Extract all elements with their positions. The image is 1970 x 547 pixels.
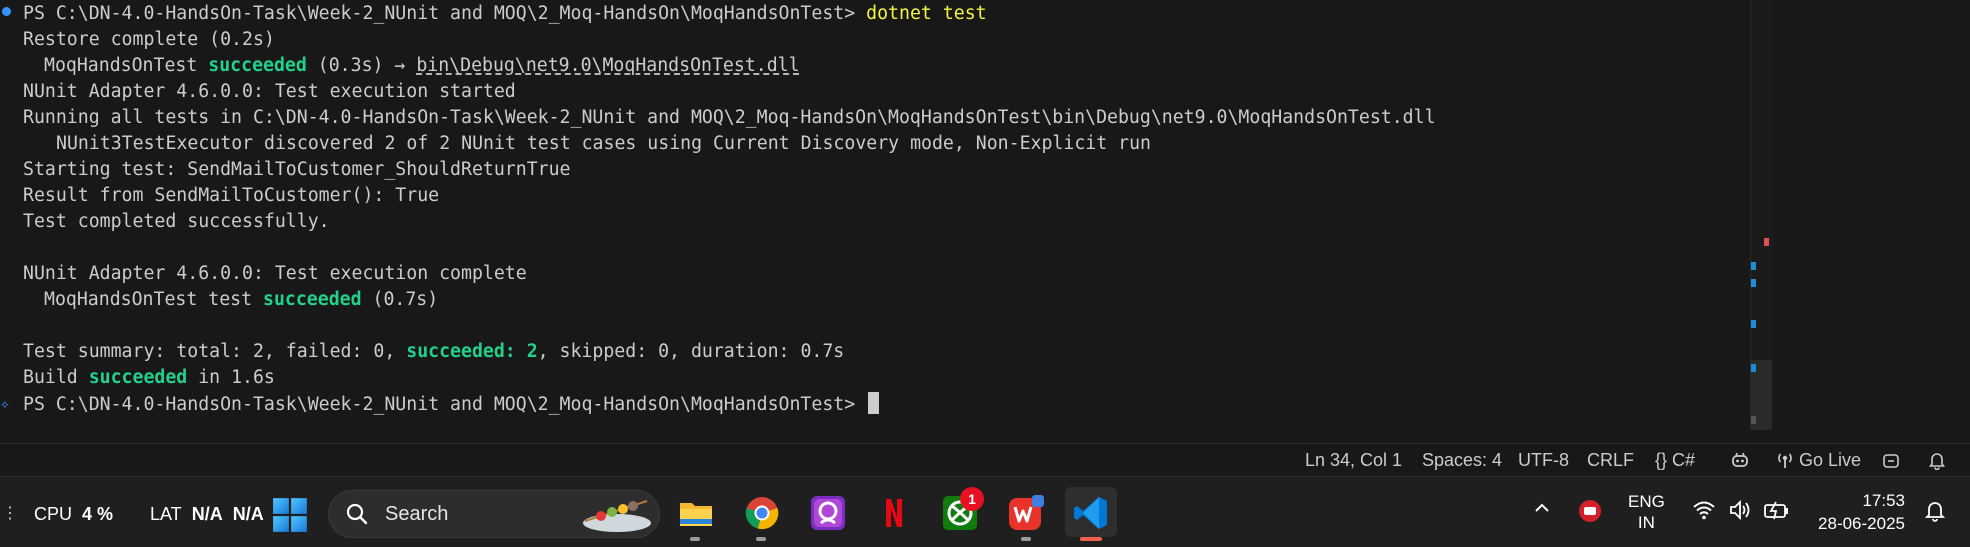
- terminal-line-discovered: NUnit3TestExecutor discovered 2 of 2 NUn…: [56, 133, 1151, 154]
- wifi-icon[interactable]: [1692, 499, 1716, 526]
- overview-ruler-mark: [1751, 320, 1756, 328]
- overview-ruler-mark: [1751, 279, 1756, 287]
- clock-time: 17:53: [1862, 491, 1905, 510]
- build-final-status: succeeded: [88, 367, 188, 388]
- test-project-name: MoqHandsOnTest test: [44, 289, 263, 310]
- wps-office-button[interactable]: [1000, 487, 1052, 537]
- notification-center-icon[interactable]: [1924, 499, 1946, 528]
- active-app-indicator: [1080, 537, 1102, 541]
- output-path-link[interactable]: bin\Debug\net9.0\MoqHandsOnTest.dll: [416, 55, 799, 76]
- running-indicator: [756, 537, 766, 541]
- build-duration: in 1.6s: [187, 367, 275, 388]
- terminal-line-test-summary: Test summary: total: 2, failed: 0, succe…: [23, 340, 844, 364]
- windows-taskbar: ⋮ CPU 4 % LAT N/A N/A Search 1 ENG IN 17…: [0, 476, 1970, 547]
- terminal-line-test-project: MoqHandsOnTest test succeeded (0.7s): [44, 288, 438, 312]
- vscode-button[interactable]: [1065, 487, 1117, 537]
- netflix-icon: [886, 499, 902, 527]
- broadcast-icon: [1776, 450, 1799, 470]
- chrome-button[interactable]: [736, 487, 788, 537]
- summary-prefix: Test summary: total: 2, failed: 0,: [23, 341, 407, 362]
- terminal-line-starting-test: Starting test: SendMailToCustomer_Should…: [23, 159, 571, 180]
- wps-office-icon: [1009, 495, 1044, 530]
- terminal-line-adapter-complete: NUnit Adapter 4.6.0.0: Test execution co…: [23, 263, 527, 284]
- terminal-line-adapter-start: NUnit Adapter 4.6.0.0: Test execution st…: [23, 81, 516, 102]
- notifications-bell-icon[interactable]: [1928, 444, 1946, 476]
- windows-start-icon: [273, 498, 307, 532]
- clock-date: 28-06-2025: [1818, 514, 1905, 533]
- netflix-button[interactable]: [868, 487, 920, 537]
- summary-succeeded: succeeded: 2: [406, 341, 538, 362]
- build-time: (0.3s) →: [306, 55, 417, 76]
- language-code: ENG: [1628, 492, 1665, 511]
- volume-icon[interactable]: [1728, 499, 1752, 526]
- running-indicator: [1021, 537, 1031, 541]
- prompt-path: PS C:\DN-4.0-HandsOn-Task\Week-2_NUnit a…: [23, 3, 867, 24]
- cpu-widget[interactable]: CPU 4 %: [34, 504, 113, 525]
- indentation-setting[interactable]: Spaces: 4: [1422, 444, 1502, 476]
- overview-ruler-mark: [1751, 262, 1756, 270]
- language-braces: {}: [1655, 450, 1668, 470]
- search-highlight-skewer-icon: [583, 500, 651, 532]
- running-indicator: [690, 537, 700, 541]
- lat-value-secondary: N/A: [232, 504, 264, 524]
- terminal-line-final-prompt: PS C:\DN-4.0-HandsOn-Task\Week-2_NUnit a…: [23, 392, 880, 416]
- copilot-app-button[interactable]: [802, 487, 854, 537]
- encoding-setting[interactable]: UTF-8: [1518, 444, 1569, 476]
- language-name: C#: [1672, 450, 1696, 470]
- typed-command: dotnet test: [866, 3, 987, 24]
- terminal-line-running-all: Running all tests in C:\DN-4.0-HandsOn-T…: [23, 107, 1436, 128]
- taskbar-search-box[interactable]: Search: [328, 490, 660, 538]
- build-status: succeeded: [208, 55, 307, 76]
- test-status: succeeded: [263, 289, 362, 310]
- start-button[interactable]: [264, 489, 312, 537]
- test-time: (0.7s): [361, 289, 439, 310]
- region-code: IN: [1637, 513, 1655, 532]
- terminal-line-build-result: Build succeeded in 1.6s: [23, 366, 275, 390]
- go-live-label: Go Live: [1799, 450, 1862, 470]
- overview-ruler-mark: [1751, 416, 1756, 424]
- clock[interactable]: 17:53 28-06-2025: [1808, 489, 1905, 535]
- final-prompt-path: PS C:\DN-4.0-HandsOn-Task\Week-2_NUnit a…: [23, 394, 867, 415]
- latency-widget[interactable]: LAT N/A N/A: [150, 504, 264, 525]
- terminal-line-command: PS C:\DN-4.0-HandsOn-Task\Week-2_NUnit a…: [23, 2, 987, 26]
- chrome-icon: [745, 497, 779, 530]
- language-mode[interactable]: {} C#: [1655, 444, 1695, 476]
- cpu-value: 4 %: [82, 504, 114, 524]
- copilot-icon[interactable]: [1730, 444, 1750, 476]
- terminal-line-result: Result from SendMailToCustomer(): True: [23, 185, 440, 206]
- lat-value: N/A: [191, 504, 223, 524]
- terminal-panel[interactable]: PS C:\DN-4.0-HandsOn-Task\Week-2_NUnit a…: [0, 0, 1750, 440]
- status-bar: Ln 34, Col 1 Spaces: 4 UTF-8 CRLF {} C# …: [0, 443, 1970, 476]
- extension-status-icon[interactable]: [1882, 444, 1900, 476]
- search-icon: [346, 503, 368, 525]
- vscode-icon: [1074, 497, 1107, 529]
- terminal-line-restore: Restore complete (0.2s): [23, 29, 275, 50]
- terminal-line-test-completed: Test completed successfully.: [23, 211, 330, 232]
- command-success-marker-icon[interactable]: [2, 7, 11, 16]
- cursor-position[interactable]: Ln 34, Col 1: [1305, 444, 1402, 476]
- terminal-line-build-project: MoqHandsOnTest succeeded (0.3s) → bin\De…: [44, 54, 800, 78]
- sparkle-icon[interactable]: ✧: [0, 394, 10, 413]
- file-explorer-button[interactable]: [670, 487, 722, 537]
- overview-ruler-error-mark: [1764, 238, 1769, 246]
- file-explorer-icon: [680, 503, 712, 526]
- cpu-label: CPU: [34, 504, 73, 524]
- show-hidden-icons-chevron-icon[interactable]: [1533, 499, 1551, 523]
- battery-charging-icon[interactable]: [1763, 499, 1791, 526]
- copilot-app-icon: [811, 496, 845, 530]
- lat-label: LAT: [150, 504, 182, 524]
- build-prefix: Build: [23, 367, 89, 388]
- antivirus-tray-icon[interactable]: [1578, 499, 1602, 528]
- terminal-cursor: [868, 392, 880, 414]
- input-language-indicator[interactable]: ENG IN: [1628, 491, 1665, 533]
- line-ending-setting[interactable]: CRLF: [1587, 444, 1634, 476]
- summary-suffix: , skipped: 0, duration: 0.7s: [537, 341, 845, 362]
- xbox-notification-badge: 1: [960, 487, 984, 511]
- search-placeholder: Search: [385, 503, 449, 525]
- go-live-button[interactable]: Go Live: [1776, 444, 1861, 476]
- widget-edge-icon[interactable]: ⋮: [2, 503, 18, 523]
- project-name: MoqHandsOnTest: [44, 55, 198, 76]
- overview-ruler-mark: [1751, 364, 1756, 372]
